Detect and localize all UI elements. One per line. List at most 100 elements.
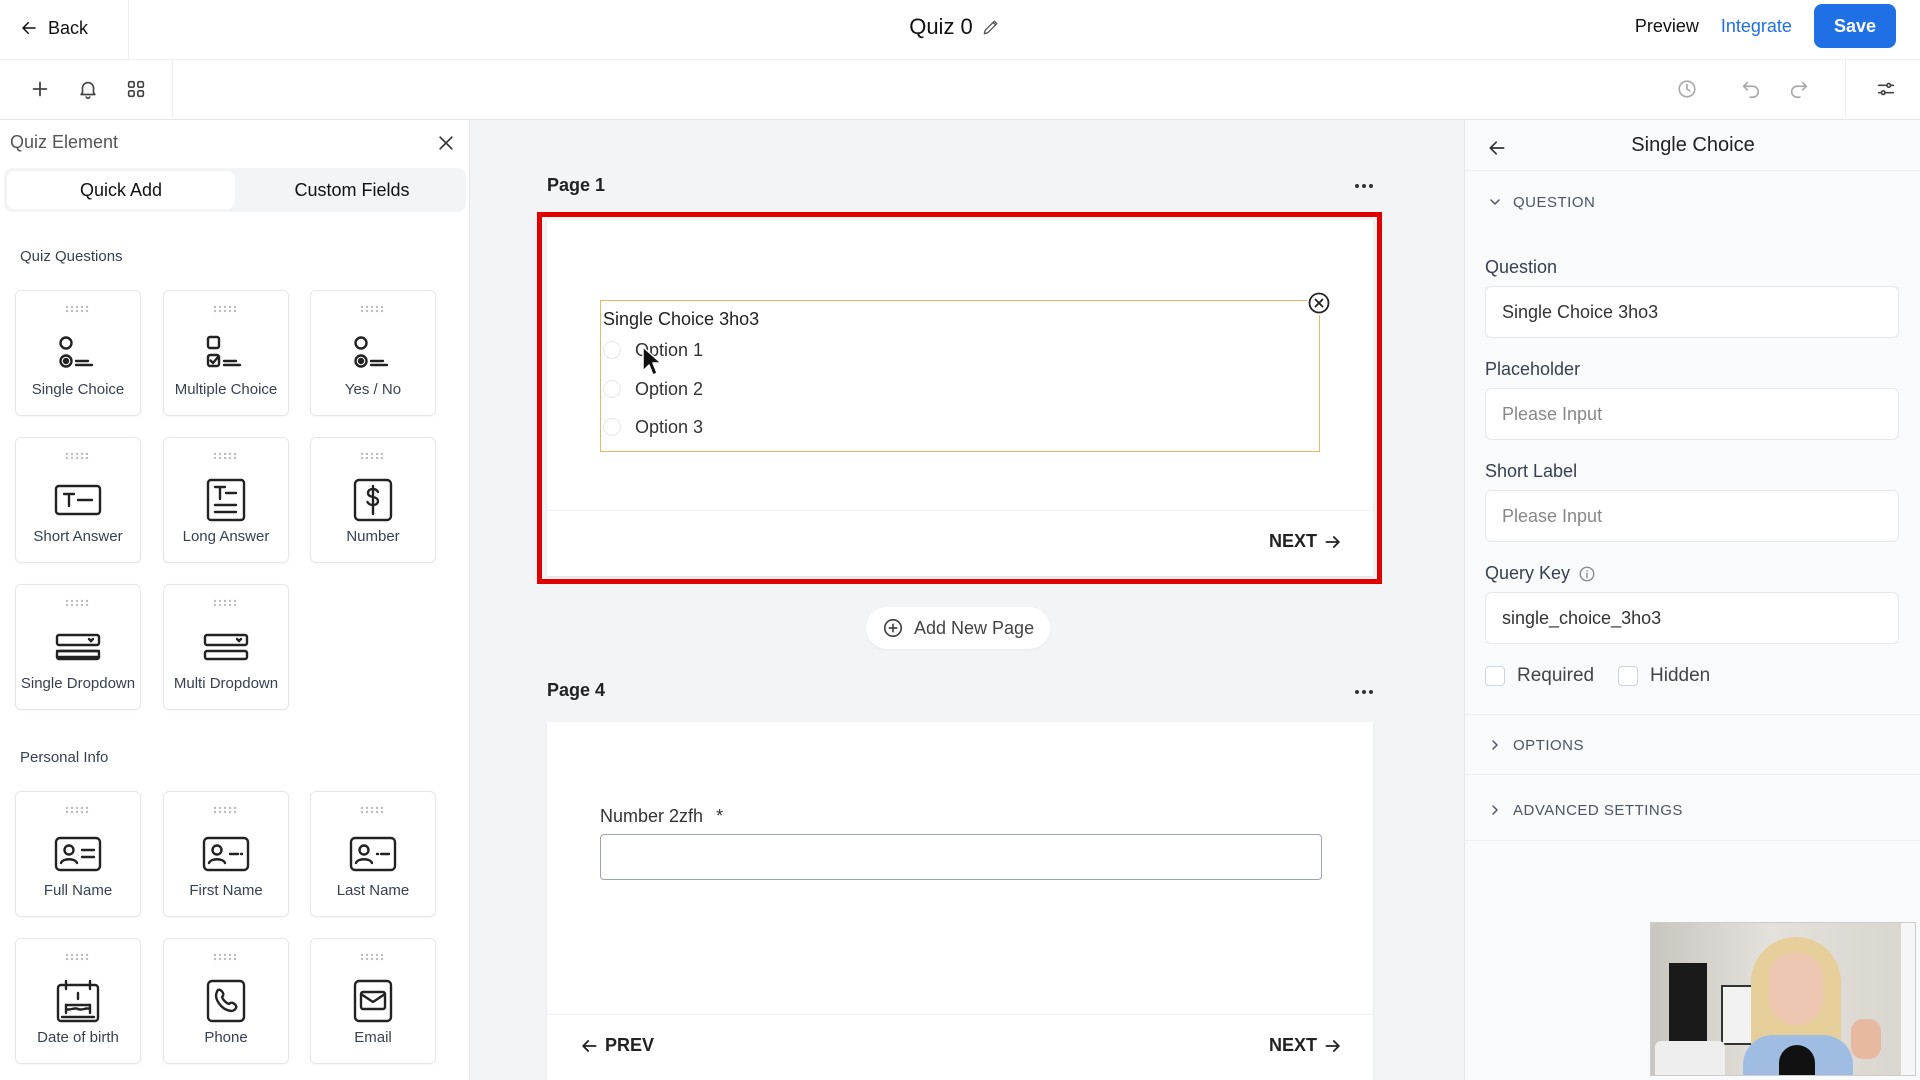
pencil-icon[interactable] [981, 17, 1001, 37]
webcam-person-face [1769, 953, 1823, 1025]
query-key-input[interactable] [1485, 592, 1899, 644]
checkbox[interactable] [1618, 666, 1638, 686]
drag-grip-icon [213, 452, 237, 460]
element-label: Yes / No [344, 381, 402, 398]
section-label-personal-info: Personal Info [20, 749, 109, 766]
element-card-multiple-choice[interactable]: Multiple Choice [163, 290, 289, 416]
element-label: Single Dropdown [20, 675, 136, 692]
plus-circle-icon [883, 618, 903, 638]
panel-tabs: Quick Add Custom Fields [4, 168, 466, 212]
radio-button[interactable] [603, 418, 621, 436]
phone-icon [202, 979, 250, 1023]
id-card-icon [202, 832, 250, 876]
close-icon[interactable] [436, 133, 456, 153]
yes-no-icon [349, 331, 397, 375]
required-mark: * [716, 806, 724, 826]
tab-quick-add[interactable]: Quick Add [7, 171, 235, 209]
label-text: Placeholder [1485, 359, 1581, 379]
add-new-page-button[interactable]: Add New Page [866, 607, 1051, 649]
element-card-number[interactable]: Number [310, 437, 436, 563]
radio-button[interactable] [603, 380, 621, 398]
preview-button[interactable]: Preview [1635, 16, 1699, 37]
element-card-single-choice[interactable]: Single Choice [15, 290, 141, 416]
undo-icon[interactable] [1739, 77, 1763, 101]
required-checkbox[interactable]: Required [1485, 665, 1594, 687]
checkbox[interactable] [1485, 666, 1505, 686]
element-card-single-dropdown[interactable]: Single Dropdown [15, 584, 141, 710]
divider [1465, 714, 1920, 715]
add-page-label: Add New Page [914, 617, 1035, 638]
dollar-icon [349, 478, 397, 522]
element-label: First Name [189, 882, 263, 899]
integrate-button[interactable]: Integrate [1721, 16, 1792, 37]
prev-button[interactable]: PREV [579, 1035, 654, 1056]
tab-custom-fields[interactable]: Custom Fields [238, 168, 466, 212]
more-icon[interactable] [1352, 180, 1376, 192]
redo-icon[interactable] [1787, 77, 1811, 101]
single-choice-question[interactable]: Single Choice 3ho3 Option 1 Option 2 Opt… [600, 291, 1331, 452]
section-label-quiz-questions: Quiz Questions [20, 248, 123, 265]
remove-circle-icon[interactable] [1307, 291, 1331, 315]
radio-button[interactable] [603, 341, 621, 359]
chevron-down-icon [1490, 199, 1500, 205]
prev-label: PREV [605, 1035, 655, 1055]
dropdown-icon [202, 625, 250, 669]
placeholder-input[interactable] [1485, 388, 1899, 440]
checkbox-label: Hidden [1650, 665, 1711, 686]
settings-sliders-icon[interactable] [1874, 77, 1898, 101]
drag-grip-icon [65, 953, 89, 961]
element-label: Full Name [43, 882, 113, 899]
page-4-card: Number 2zfh * PREV NEXT [547, 722, 1373, 1080]
number-input[interactable] [600, 834, 1322, 880]
drag-grip-icon [213, 953, 237, 961]
email-icon [349, 979, 397, 1023]
section-toggle-question[interactable]: QUESTION [1487, 190, 1595, 214]
short-label-input[interactable] [1485, 490, 1899, 542]
element-card-full-name[interactable]: Full Name [15, 791, 141, 917]
element-card-short-answer[interactable]: Short Answer [15, 437, 141, 563]
info-icon[interactable] [1578, 565, 1596, 583]
element-label: Last Name [336, 882, 410, 899]
next-label: NEXT [1269, 1035, 1318, 1055]
element-card-multi-dropdown[interactable]: Multi Dropdown [163, 584, 289, 710]
microphone [1779, 1045, 1815, 1075]
hidden-checkbox[interactable]: Hidden [1618, 665, 1710, 687]
history-icon[interactable] [1675, 77, 1699, 101]
plus-icon[interactable] [28, 77, 52, 101]
drag-grip-icon [360, 953, 384, 961]
element-card-date-of-birth[interactable]: Date of birth [15, 938, 141, 1064]
question-title: Single Choice 3ho3 [603, 309, 760, 329]
section-toggle-options[interactable]: OPTIONS [1487, 733, 1584, 757]
element-card-first-name[interactable]: First Name [163, 791, 289, 917]
element-label: Multi Dropdown [173, 675, 279, 692]
section-toggle-advanced[interactable]: ADVANCED SETTINGS [1487, 798, 1683, 822]
top-bar: Back Quiz 0 Preview Integrate Save [0, 0, 1920, 60]
section-label: QUESTION [1513, 193, 1596, 211]
element-label: Single Choice [31, 381, 125, 398]
drag-grip-icon [360, 305, 384, 313]
divider [1465, 774, 1920, 775]
field-label-text: Number 2zfh [600, 806, 704, 826]
element-card-phone[interactable]: Phone [163, 938, 289, 1064]
question-input[interactable] [1485, 286, 1899, 338]
element-card-yes-no[interactable]: Yes / No [310, 290, 436, 416]
arrow-right-icon [1325, 535, 1340, 548]
option-item: Option 3 [601, 415, 703, 439]
grid-icon[interactable] [124, 77, 148, 101]
drag-grip-icon [360, 452, 384, 460]
single-choice-icon [54, 331, 102, 375]
number-field-label: Number 2zfh * [600, 806, 723, 827]
element-label: Short Answer [33, 528, 123, 545]
next-label: NEXT [1269, 531, 1318, 551]
option-item: Option 2 [601, 377, 703, 401]
next-button[interactable]: NEXT [1269, 531, 1343, 552]
bell-icon[interactable] [76, 77, 100, 101]
save-button[interactable]: Save [1813, 4, 1896, 48]
mouse-cursor-icon [642, 346, 662, 376]
element-label: Number [346, 528, 400, 545]
next-button[interactable]: NEXT [1269, 1035, 1343, 1056]
element-card-last-name[interactable]: Last Name [310, 791, 436, 917]
element-card-email[interactable]: Email [310, 938, 436, 1064]
more-icon[interactable] [1352, 686, 1376, 698]
element-card-long-answer[interactable]: Long Answer [163, 437, 289, 563]
